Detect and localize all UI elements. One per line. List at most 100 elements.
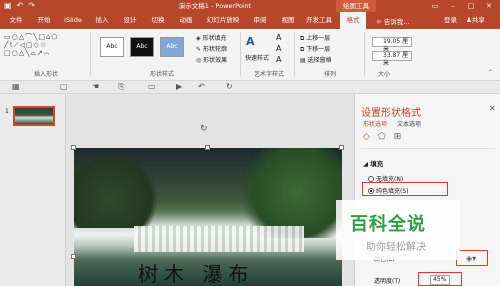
- shape-effects-button[interactable]: ◎ 形状效果: [196, 55, 227, 64]
- bring-forward-label: 上移一层: [306, 35, 331, 42]
- layout-icon[interactable]: ▢: [60, 82, 68, 91]
- shape-style-blue[interactable]: Abc: [160, 37, 184, 57]
- tab-home[interactable]: 开始: [34, 12, 54, 29]
- collapse-ribbon-icon[interactable]: ⌃: [488, 69, 493, 76]
- window-controls: ▭ – □ ✕: [426, 0, 498, 12]
- group-separator: [90, 32, 91, 76]
- selection-pane-button[interactable]: ▤ 选择窗格: [300, 55, 332, 64]
- text-fill-icon[interactable]: A: [276, 33, 281, 42]
- new-slide-icon[interactable]: ▦: [12, 82, 20, 91]
- shape-style-white[interactable]: Abc: [100, 37, 124, 57]
- height-field[interactable]: 19.05 厘米: [372, 37, 412, 53]
- pointer-icon[interactable]: ☚: [92, 82, 99, 91]
- slide-number: 1: [5, 108, 9, 115]
- waterfall: [134, 226, 304, 252]
- tab-developer[interactable]: 开发工具: [304, 12, 334, 29]
- quick-styles-label[interactable]: 快速样式: [245, 53, 269, 62]
- waterfall-picture[interactable]: 树木 瀑布: [74, 148, 342, 286]
- drawing-tools-tab: 绘图工具: [336, 0, 376, 12]
- pane-divider: [361, 148, 495, 149]
- share-button[interactable]: ♟共享: [466, 12, 485, 29]
- width-field[interactable]: 33.87 厘米: [372, 51, 412, 67]
- tab-insert[interactable]: 插入: [92, 12, 112, 29]
- tab-view[interactable]: 视图: [278, 12, 298, 29]
- resize-handle-left[interactable]: [71, 254, 76, 259]
- tab-design[interactable]: 设计: [120, 12, 140, 29]
- watermark-slogan: 助你轻松解决: [366, 242, 426, 253]
- slide-canvas[interactable]: ↻ 树木 瀑布: [66, 94, 354, 286]
- tab-shape-options[interactable]: 形状选项: [363, 119, 387, 128]
- tell-me-label: 告诉我...: [383, 18, 410, 26]
- color-picker-highlight: [456, 250, 488, 266]
- shapes-gallery[interactable]: ▭○△⌒╲□⌂⬠ ╱⌇⟋◁▢◇☆ □○△╲⌓↗⌒: [4, 33, 86, 63]
- wordart-styles-group-label: 艺术字样式: [254, 71, 285, 78]
- size-group-label: 大小: [378, 71, 391, 78]
- slide-title-text[interactable]: 树木 瀑布: [138, 258, 254, 286]
- effects-icon[interactable]: ⬠: [378, 132, 386, 142]
- redo-arrow-icon[interactable]: ↻: [226, 82, 233, 91]
- send-backward-button[interactable]: ⧉ 下移一层: [300, 44, 330, 54]
- shape-style-black[interactable]: Abc: [130, 37, 154, 57]
- undo-icon[interactable]: ↶: [17, 1, 24, 11]
- ribbon-tabs: 文件 开始 iSlide 插入 设计 切换 动画 幻灯片放映 审阅 视图 开发工…: [0, 12, 500, 29]
- minimize-icon[interactable]: –: [444, 0, 462, 12]
- close-icon[interactable]: ✕: [489, 104, 496, 113]
- document-title: 演示文稿1 - PowerPoint: [178, 2, 252, 10]
- transparency-label: 透明度(T): [374, 278, 401, 285]
- fill-section-label: 填充: [370, 160, 384, 168]
- solid-fill-highlight: [362, 182, 448, 196]
- tab-islide[interactable]: iSlide: [62, 12, 84, 29]
- arrange-group-label: 排列: [324, 71, 337, 78]
- play-icon[interactable]: ▶: [176, 82, 182, 91]
- fill-section-header[interactable]: ◢ 填充: [363, 158, 383, 168]
- pen-icon: ✎: [196, 46, 203, 53]
- tab-review[interactable]: 审阅: [250, 12, 270, 29]
- shape-effects-label: 形状效果: [203, 57, 228, 64]
- tab-text-options[interactable]: 文本选项: [397, 119, 421, 128]
- rotate-handle-icon[interactable]: ↻: [200, 124, 208, 134]
- resize-handle-top[interactable]: [205, 145, 210, 150]
- slide-thumbnail[interactable]: [13, 106, 55, 126]
- format-pane-title: 设置形状格式: [361, 108, 421, 119]
- slide-thumbnails-pane: 1: [0, 94, 66, 286]
- shape-fill-label: 形状填充: [202, 35, 227, 42]
- tab-slideshow[interactable]: 幻灯片放映: [202, 12, 244, 29]
- share-label: 共享: [471, 16, 485, 24]
- format-icon[interactable]: ▭: [148, 82, 156, 91]
- close-icon[interactable]: ✕: [480, 0, 498, 12]
- tab-format[interactable]: 格式: [340, 12, 366, 29]
- copy-icon[interactable]: ⎘: [118, 82, 124, 92]
- bring-forward-button[interactable]: ⧉ 上移一层: [300, 33, 330, 43]
- resize-handle-tr[interactable]: [339, 145, 344, 150]
- tab-animations[interactable]: 动画: [176, 12, 196, 29]
- selection-pane-label: 选择窗格: [307, 57, 332, 64]
- text-effects-icon[interactable]: A: [276, 55, 281, 64]
- group-separator: [294, 32, 295, 76]
- ribbon-body: ▭○△⌒╲□⌂⬠ ╱⌇⟋◁▢◇☆ □○△╲⌓↗⌒ 插入形状 Abc Abc Abc …: [0, 29, 500, 81]
- shape-outline-label: 形状轮廓: [202, 46, 227, 53]
- save-icon[interactable]: ▣: [4, 1, 12, 11]
- resize-handle-tl[interactable]: [71, 145, 76, 150]
- shape-outline-button[interactable]: ✎ 形状轮廓: [196, 44, 227, 53]
- title-bar: ▣ ↶ ↷ 演示文稿1 - PowerPoint 绘图工具 ▭ – □ ✕: [0, 0, 500, 12]
- maximize-icon[interactable]: □: [462, 0, 480, 12]
- lightbulb-icon: ☼: [376, 18, 382, 26]
- restore-icon[interactable]: ▭: [426, 0, 444, 12]
- fill-line-icon[interactable]: ◇: [363, 132, 370, 142]
- shape-fill-button[interactable]: ◈ 形状填充: [196, 33, 227, 42]
- tell-me-search[interactable]: ☼ 告诉我...: [376, 16, 410, 26]
- size-properties-icon[interactable]: ⊞: [394, 132, 402, 142]
- login-link[interactable]: 登录: [444, 12, 457, 29]
- trees-right: [232, 148, 342, 238]
- wordart-a-icon[interactable]: A: [246, 35, 255, 48]
- redo-icon[interactable]: ↷: [28, 1, 35, 11]
- text-outline-icon[interactable]: A: [276, 44, 281, 53]
- undo-arrow-icon[interactable]: ↶: [198, 82, 205, 91]
- tab-transitions[interactable]: 切换: [148, 12, 168, 29]
- insert-shapes-group-label: 插入形状: [34, 71, 59, 78]
- format-category-icons: ◇ ⬠ ⊞: [363, 132, 401, 142]
- shape-styles-group-label: 形状样式: [150, 71, 175, 78]
- group-separator: [240, 32, 241, 76]
- selection-pane-icon: ▤: [300, 57, 308, 64]
- tab-file[interactable]: 文件: [6, 12, 26, 29]
